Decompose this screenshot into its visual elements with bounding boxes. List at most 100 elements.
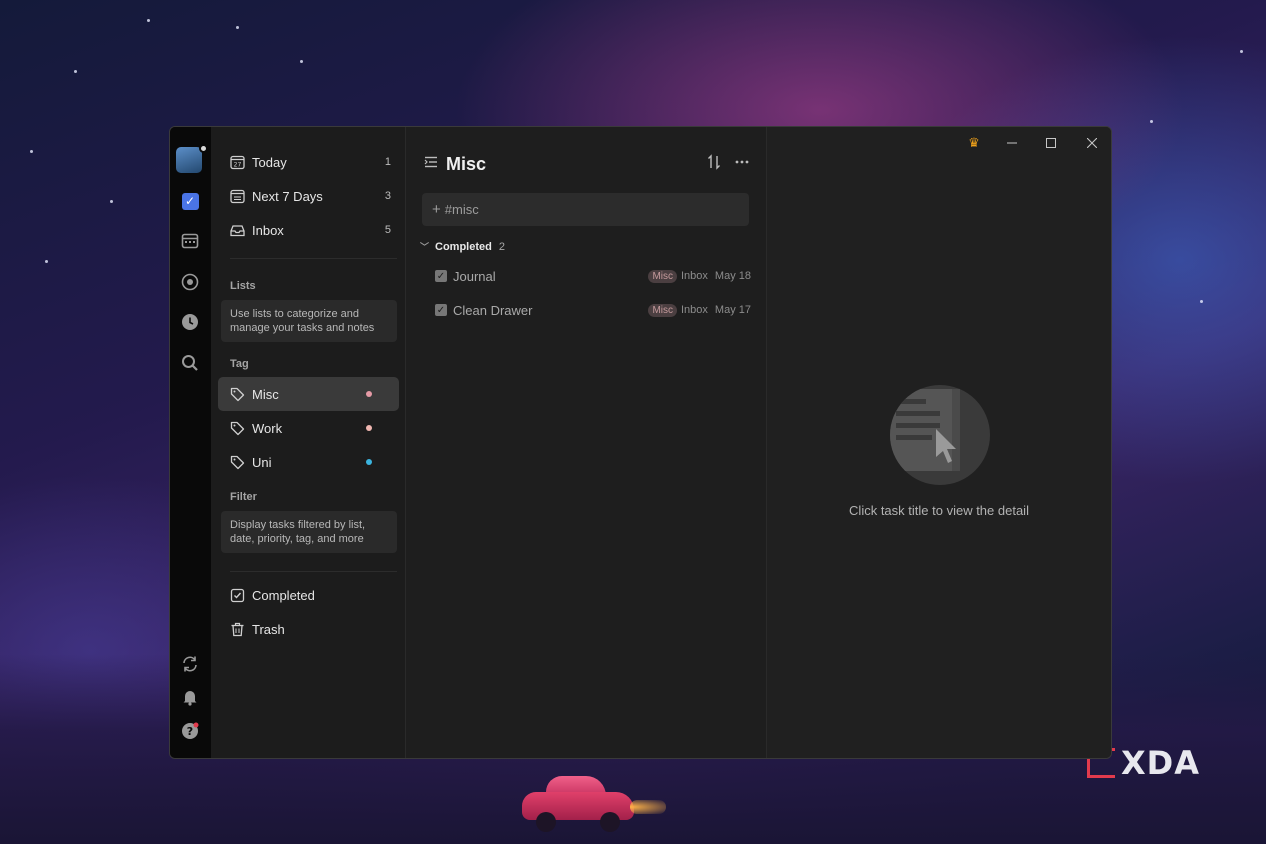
svg-text:?: ?	[187, 725, 193, 738]
sidebar-item-next-7-days[interactable]: Next 7 Days 3	[211, 179, 399, 213]
task-checkbox[interactable]: ✓	[435, 270, 447, 282]
sidebar: 27 Today 1 Next 7 Days 3 Inbox 5 Lists U…	[211, 127, 405, 758]
star	[147, 19, 150, 22]
add-task-placeholder: #misc	[444, 202, 479, 217]
task-row[interactable]: ✓ Clean Drawer Misc Inbox May 17	[435, 300, 751, 320]
sidebar-item-label: Completed	[252, 587, 315, 603]
filter-section-title[interactable]: Filter	[211, 491, 405, 503]
detail-panel: ♛ Click task title to view the detail	[767, 127, 1111, 758]
task-list-name: Inbox	[681, 304, 708, 316]
sidebar-item-label: Misc	[252, 386, 279, 402]
task-date: May 18	[714, 270, 751, 282]
premium-crown-icon[interactable]: ♛	[959, 133, 989, 153]
sidebar-item-label: Today	[252, 154, 287, 170]
task-date: May 17	[714, 304, 751, 316]
sort-icon[interactable]	[707, 154, 721, 174]
focus-nav-button[interactable]	[178, 270, 202, 294]
status-dot	[199, 144, 208, 153]
task-title[interactable]: Clean Drawer	[453, 303, 532, 318]
task-list-name: Inbox	[681, 270, 708, 282]
focus-icon	[181, 273, 199, 291]
tag-color-dot	[366, 391, 372, 397]
completed-group-header[interactable]: ﹀ Completed 2	[420, 240, 505, 253]
sidebar-item-tag-uni[interactable]: Uni	[211, 445, 399, 479]
tag-color-dot	[366, 459, 372, 465]
star	[1200, 300, 1203, 303]
empty-state-illustration	[890, 385, 990, 485]
sidebar-item-tag-work[interactable]: Work	[211, 411, 399, 445]
app-window: ✓ ? 27 Today 1 Next 7 Days 3 Inbox 5 Lis…	[169, 126, 1112, 759]
sidebar-item-label: Inbox	[252, 222, 284, 238]
sidebar-item-tag-misc[interactable]: Misc	[218, 377, 399, 411]
star	[74, 70, 77, 73]
nav-rail: ✓ ?	[170, 127, 211, 758]
calendar-icon	[181, 233, 199, 249]
tag-icon	[229, 454, 245, 470]
task-title[interactable]: Journal	[453, 269, 496, 284]
toggle-sidebar-icon[interactable]	[424, 155, 438, 174]
help-icon: ?	[182, 722, 199, 739]
task-row[interactable]: ✓ Journal Misc Inbox May 18	[435, 266, 751, 286]
task-checkbox[interactable]: ✓	[435, 304, 447, 316]
divider	[230, 258, 397, 259]
sidebar-item-label: Work	[252, 420, 283, 436]
sidebar-item-label: Uni	[252, 454, 272, 470]
task-tag[interactable]: Misc	[648, 303, 677, 317]
tag-section-title[interactable]: Tag	[211, 358, 405, 370]
calendar-day-icon: 27	[229, 154, 245, 170]
tasks-nav-button[interactable]: ✓	[178, 189, 202, 213]
page-title: Misc	[446, 153, 487, 174]
lists-section-title[interactable]: Lists	[211, 280, 405, 292]
group-title: Completed	[435, 240, 492, 253]
svg-text:27: 27	[233, 161, 241, 168]
help-button[interactable]: ?	[178, 719, 202, 743]
lists-hint: Use lists to categorize and manage your …	[221, 300, 397, 342]
xda-logo-text: XDA	[1121, 744, 1200, 782]
sidebar-item-inbox[interactable]: Inbox 5	[211, 213, 399, 247]
star	[1150, 120, 1153, 123]
star	[30, 150, 33, 153]
sidebar-item-completed[interactable]: Completed	[211, 578, 399, 612]
habit-nav-button[interactable]	[178, 310, 202, 334]
plus-icon: +	[432, 201, 441, 218]
list-header: Misc	[406, 127, 766, 201]
sidebar-item-today[interactable]: 27 Today 1	[211, 145, 399, 179]
task-list-panel: Misc + #misc ﹀ Completed 2 ✓ Journal Mis…	[405, 127, 767, 758]
star	[236, 26, 239, 29]
sidebar-item-label: Next 7 Days	[252, 188, 323, 204]
more-options-icon[interactable]	[734, 154, 750, 174]
sync-button[interactable]	[178, 652, 202, 676]
sync-icon	[183, 656, 197, 672]
task-tag[interactable]: Misc	[648, 269, 677, 283]
tag-icon	[229, 420, 245, 436]
checkbox-outline-icon	[229, 587, 245, 603]
group-count: 2	[498, 240, 505, 253]
minimize-button[interactable]	[997, 133, 1027, 153]
trash-icon	[229, 621, 245, 637]
calendar-week-icon	[229, 188, 245, 204]
search-nav-button[interactable]	[178, 351, 202, 375]
bell-icon	[183, 691, 197, 706]
tag-icon	[229, 386, 245, 402]
tag-color-dot	[366, 425, 372, 431]
close-button[interactable]	[1077, 133, 1107, 153]
empty-state-text: Click task title to view the detail	[849, 503, 1029, 518]
maximize-button[interactable]	[1036, 133, 1066, 153]
avatar[interactable]	[176, 147, 202, 173]
star	[300, 60, 303, 63]
wallpaper-car	[522, 774, 666, 832]
inbox-icon	[229, 222, 245, 238]
sidebar-item-trash[interactable]: Trash	[211, 612, 399, 646]
star	[45, 260, 48, 263]
search-icon	[182, 355, 198, 371]
add-task-input[interactable]: + #misc	[422, 193, 749, 226]
notifications-button[interactable]	[178, 685, 202, 709]
calendar-nav-button[interactable]	[178, 229, 202, 253]
task-count: 3	[384, 190, 391, 202]
star	[1240, 50, 1243, 53]
task-count: 5	[384, 224, 391, 236]
star	[110, 200, 113, 203]
clock-icon	[182, 314, 198, 330]
task-count: 1	[384, 156, 391, 168]
sidebar-item-label: Trash	[252, 621, 285, 637]
